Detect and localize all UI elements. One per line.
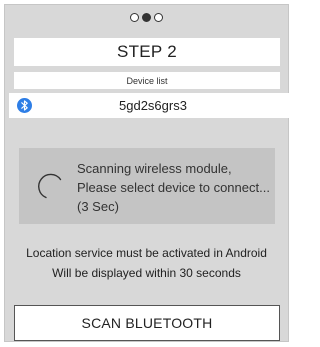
device-list-item[interactable]: 5gd2s6grs3 bbox=[9, 93, 289, 118]
display-timing-notice: Will be displayed within 30 seconds bbox=[52, 266, 241, 280]
scanning-countdown: (3 Sec) bbox=[77, 199, 119, 214]
step-dot-2-active bbox=[142, 13, 151, 22]
app-screen: STEP 2 Device list 5gd2s6grs3 Scanning w… bbox=[4, 4, 289, 342]
device-name: 5gd2s6grs3 bbox=[119, 98, 187, 113]
scanning-line-2: Please select device to connect... bbox=[77, 180, 270, 195]
scanning-panel: Scanning wireless module, Please select … bbox=[19, 148, 275, 224]
scanning-line-1: Scanning wireless module, bbox=[77, 161, 232, 176]
step-dot-1 bbox=[130, 13, 139, 22]
step-indicator bbox=[5, 13, 288, 22]
spinner-icon bbox=[38, 173, 62, 199]
step-dot-3 bbox=[154, 13, 163, 22]
location-service-notice: Location service must be activated in An… bbox=[26, 246, 267, 260]
device-list-header: Device list bbox=[14, 72, 280, 89]
step-title: STEP 2 bbox=[14, 38, 280, 66]
scan-bluetooth-button[interactable]: SCAN BLUETOOTH bbox=[14, 305, 280, 341]
scanning-message: Scanning wireless module, Please select … bbox=[77, 159, 273, 216]
